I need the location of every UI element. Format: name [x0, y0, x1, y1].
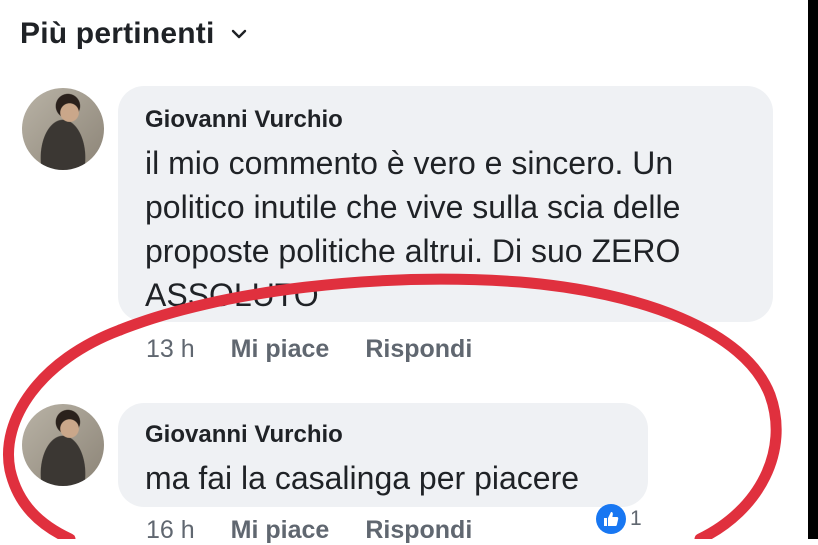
- sort-selector[interactable]: Più pertinenti: [20, 14, 248, 54]
- avatar[interactable]: [22, 88, 104, 170]
- like-icon: [596, 504, 626, 534]
- scan-border: [808, 0, 818, 539]
- comment-text-line: il mio commento è vero e sincero. Un: [145, 145, 674, 181]
- comment-timestamp[interactable]: 16 h: [146, 516, 195, 545]
- sort-label: Più pertinenti: [20, 17, 215, 50]
- reply-button[interactable]: Rispondi: [365, 335, 472, 364]
- like-button[interactable]: Mi piace: [231, 335, 330, 364]
- avatar[interactable]: [22, 404, 104, 486]
- comment-text-line: ma fai la casalinga per piacere: [145, 460, 580, 496]
- comment-text-line: politico inutile che vive sulla scia del…: [145, 189, 681, 225]
- comment-text-line: ASSOLUTO: [145, 277, 319, 313]
- comment-text-line: proposte politiche altrui. Di suo ZERO: [145, 233, 681, 269]
- chevron-down-icon: [232, 29, 247, 39]
- comment-author[interactable]: Giovanni Vurchio: [145, 106, 343, 134]
- comment-actions: 16 h Mi piace Rispondi: [146, 516, 472, 545]
- reply-button[interactable]: Rispondi: [365, 516, 472, 545]
- comment-author[interactable]: Giovanni Vurchio: [145, 421, 343, 449]
- like-button[interactable]: Mi piace: [231, 516, 330, 545]
- reaction-count: 1: [630, 507, 642, 530]
- comment-timestamp[interactable]: 13 h: [146, 335, 195, 364]
- reaction-summary[interactable]: 1: [596, 504, 642, 534]
- comment-actions: 13 h Mi piace Rispondi: [146, 335, 472, 364]
